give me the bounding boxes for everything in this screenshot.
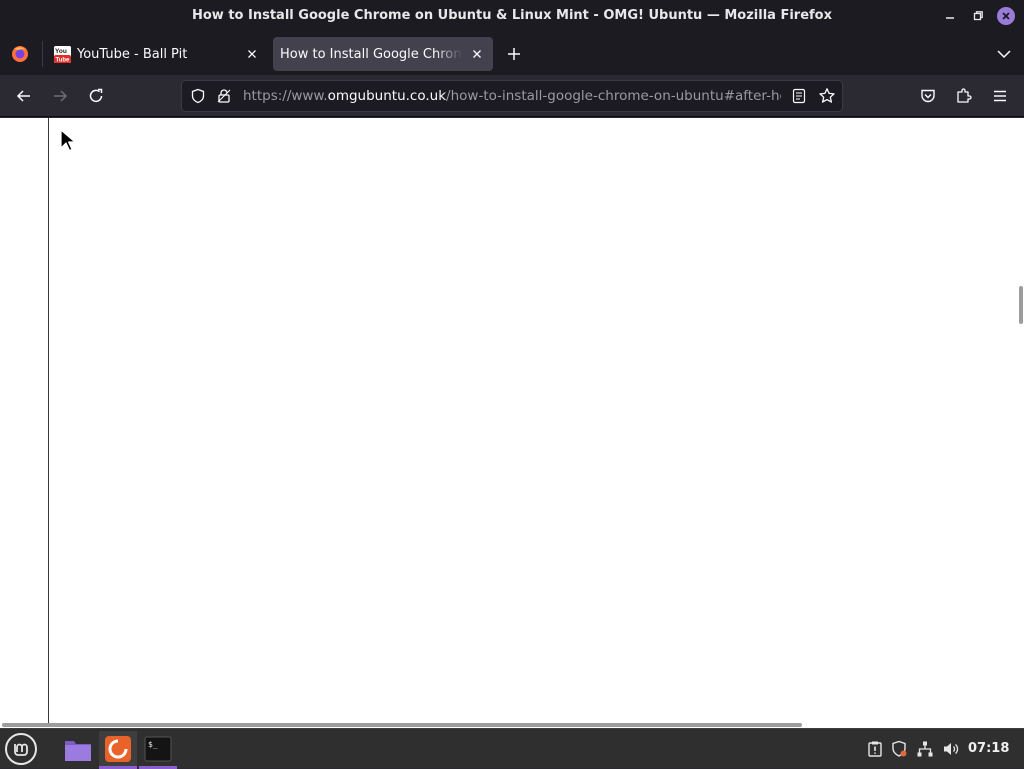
hamburger-menu-icon	[994, 90, 1006, 102]
url-prefix: https://www.	[243, 88, 328, 104]
close-icon	[1002, 12, 1010, 20]
files-icon	[65, 741, 91, 761]
update-manager-icon[interactable]	[866, 740, 884, 758]
tab-youtube[interactable]: You Tube YouTube - Ball Pit	[48, 37, 268, 71]
url-host: omgubuntu.co.uk	[327, 88, 447, 104]
taskbar-terminal[interactable]: $_	[139, 731, 177, 769]
firefox-icon	[105, 735, 131, 762]
network-icon[interactable]	[916, 740, 934, 758]
vertical-scrollbar-thumb[interactable]	[1019, 286, 1023, 324]
forward-button[interactable]	[50, 86, 70, 106]
new-tab-button[interactable]	[505, 45, 523, 63]
app-menu-button[interactable]	[990, 86, 1010, 106]
minimize-button[interactable]	[941, 7, 959, 25]
firefox-view-button[interactable]	[10, 44, 30, 64]
arrow-right-icon	[54, 90, 68, 102]
site-permissions-icon[interactable]	[216, 88, 232, 104]
bookmark-button[interactable]	[818, 87, 836, 105]
window-titlebar: How to Install Google Chrome on Ubuntu &…	[0, 0, 1024, 33]
close-icon	[248, 50, 256, 58]
firefox-icon	[12, 46, 28, 62]
window-title: How to Install Google Chrome on Ubuntu &…	[192, 8, 832, 23]
tab-omgubuntu[interactable]: How to Install Google Chrome on Ubuntu &…	[273, 37, 493, 71]
url-text[interactable]: https://www.omgubuntu.co.uk/how-to-insta…	[243, 88, 781, 104]
volume-icon[interactable]	[942, 740, 960, 758]
taskbar-firefox[interactable]	[99, 731, 137, 769]
terminal-icon: $_	[144, 736, 172, 761]
mint-menu-button[interactable]	[5, 733, 37, 765]
reader-view-icon	[792, 88, 806, 104]
close-icon	[473, 50, 481, 58]
reload-button[interactable]	[86, 86, 106, 106]
linux-mint-logo-icon	[14, 743, 28, 756]
list-all-tabs-button[interactable]	[995, 45, 1013, 63]
plus-icon	[508, 48, 520, 60]
pocket-icon	[921, 89, 935, 103]
svg-text:$_: $_	[148, 740, 158, 749]
mouse-cursor-icon	[60, 129, 76, 152]
tracking-protection-icon[interactable]	[190, 88, 206, 104]
content-divider	[48, 118, 49, 723]
page-content[interactable]	[0, 118, 1024, 728]
svg-text:Tube: Tube	[56, 57, 71, 63]
clock[interactable]: 07:18	[968, 741, 1009, 756]
svg-text:You: You	[55, 48, 67, 55]
tab-separator	[42, 41, 43, 67]
youtube-icon: You Tube	[54, 45, 71, 63]
reader-view-button[interactable]	[791, 88, 807, 104]
close-window-button[interactable]	[997, 7, 1015, 25]
pocket-button[interactable]	[918, 86, 938, 106]
arrow-left-icon	[16, 90, 30, 102]
close-tab-button[interactable]	[244, 46, 260, 62]
restore-icon	[973, 11, 983, 21]
chevron-down-icon	[997, 50, 1011, 59]
tab-label: How to Install Google Chrome on Ubuntu &…	[280, 46, 462, 62]
url-path: /how-to-install-google-chrome-on-ubuntu#…	[446, 88, 781, 104]
security-shield-icon[interactable]	[890, 740, 908, 758]
extensions-button[interactable]	[954, 86, 974, 106]
close-tab-button[interactable]	[469, 46, 485, 62]
maximize-button[interactable]	[969, 7, 987, 25]
star-icon	[819, 88, 835, 103]
back-button[interactable]	[14, 86, 34, 106]
navigation-toolbar: https://www.omgubuntu.co.uk/how-to-insta…	[0, 75, 1024, 117]
tab-strip: You Tube YouTube - Ball Pit How to Insta…	[0, 33, 1024, 75]
minimize-icon	[946, 17, 954, 19]
puzzle-piece-icon	[957, 88, 972, 103]
tab-label: YouTube - Ball Pit	[77, 46, 188, 62]
taskbar: $_ 07:18	[0, 728, 1024, 769]
reload-icon	[89, 88, 103, 103]
taskbar-files[interactable]	[59, 731, 97, 769]
horizontal-scrollbar-thumb[interactable]	[2, 723, 802, 727]
url-bar[interactable]: https://www.omgubuntu.co.uk/how-to-insta…	[181, 80, 843, 112]
